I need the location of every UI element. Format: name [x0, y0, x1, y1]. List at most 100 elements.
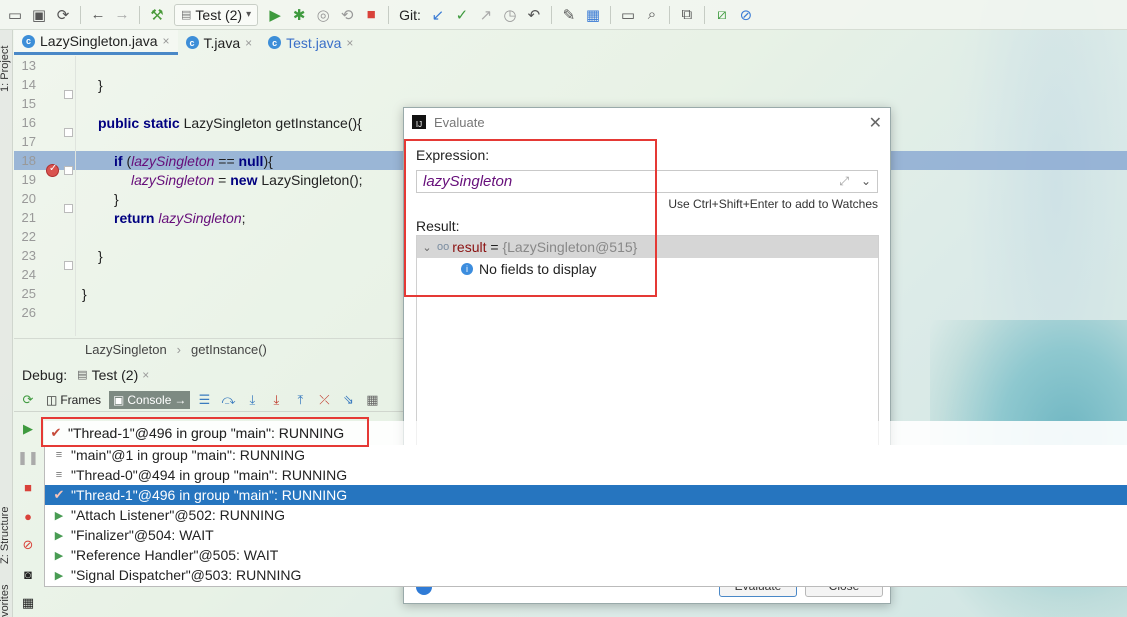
- build-hammer-icon[interactable]: ⚒: [146, 4, 168, 26]
- intellij-logo-icon: IJ: [412, 115, 426, 129]
- line-number: 16: [21, 115, 36, 130]
- breadcrumb-class[interactable]: LazySingleton: [85, 342, 167, 357]
- expand-icon[interactable]: ⤢: [839, 174, 849, 189]
- keyword: public: [98, 114, 140, 131]
- force-step-into-icon[interactable]: ⤓: [266, 392, 286, 408]
- highlight-box-expression: [404, 139, 657, 297]
- tab-label: Test.java: [286, 34, 342, 51]
- evaluate-icon[interactable]: ▦: [362, 392, 382, 408]
- line-number: 21: [21, 210, 36, 225]
- step-into-icon[interactable]: ⤓: [242, 392, 262, 408]
- class-file-icon: c: [268, 36, 282, 49]
- open-folder-icon[interactable]: ▭: [4, 4, 26, 26]
- tab-test[interactable]: c Test.java ×: [260, 30, 361, 55]
- line-number: 20: [21, 191, 36, 206]
- git-push-icon[interactable]: ↗: [475, 4, 497, 26]
- menu-lines-icon[interactable]: ☰: [194, 392, 214, 408]
- git-update-icon[interactable]: ↙: [427, 4, 449, 26]
- debug-bug-icon[interactable]: ✱: [288, 4, 310, 26]
- run-to-cursor-icon[interactable]: ⇘: [338, 392, 358, 408]
- chevron-right-icon: ›: [176, 342, 182, 357]
- sync-icon[interactable]: ⟳: [52, 4, 74, 26]
- thread-item[interactable]: ▶ "Signal Dispatcher"@503: RUNNING: [45, 565, 1127, 585]
- chevron-down-icon[interactable]: ⌄: [861, 174, 871, 188]
- favorites-tool-label[interactable]: 2: Favorites: [0, 585, 11, 617]
- stop-icon[interactable]: ■: [360, 4, 382, 26]
- class-file-icon: c: [22, 34, 35, 48]
- code-text: }: [82, 285, 87, 302]
- line-number: 14: [21, 77, 36, 92]
- git-commit-icon[interactable]: ✓: [451, 4, 473, 26]
- debug-session-tab[interactable]: ▤ Test (2) ×: [77, 367, 149, 383]
- save-icon[interactable]: ▣: [28, 4, 50, 26]
- thread-item[interactable]: ≡ "main"@1 in group "main": RUNNING: [45, 445, 1127, 465]
- rerun-icon[interactable]: ⟳: [18, 392, 38, 408]
- git-history-icon[interactable]: ◷: [499, 4, 521, 26]
- camera-icon[interactable]: ◙: [14, 563, 42, 585]
- debug-side-toolbar: ▶ ❚❚ ■ ● ⊘ ◙ ▦: [14, 418, 44, 617]
- coverage-icon[interactable]: ◎: [312, 4, 334, 26]
- step-over-icon[interactable]: ⤼: [218, 392, 238, 408]
- code-text: (: [122, 152, 132, 169]
- tab-t[interactable]: c T.java ×: [178, 30, 261, 55]
- close-icon[interactable]: ×: [163, 34, 170, 48]
- line-number: 13: [21, 58, 36, 73]
- vcs-operations-icon[interactable]: ⧉: [676, 4, 698, 26]
- code-text: LazySingleton();: [257, 171, 363, 188]
- thread-wait-icon: ≡: [55, 469, 63, 481]
- breadcrumb-method[interactable]: getInstance(): [191, 342, 267, 357]
- keyword: new: [230, 171, 258, 188]
- console-icon: ▣: [113, 392, 125, 407]
- tab-console[interactable]: ▣ Console →: [109, 390, 191, 409]
- line-number: 17: [21, 134, 36, 149]
- layout-icon[interactable]: ▦: [14, 592, 42, 614]
- frames-icon: ◫: [46, 392, 58, 407]
- no-power-save-icon[interactable]: ⊘: [735, 4, 757, 26]
- thread-running-icon: ▶: [54, 509, 64, 522]
- project-structure-icon[interactable]: ▦: [582, 4, 604, 26]
- thread-item[interactable]: ▶ "Reference Handler"@505: WAIT: [45, 545, 1127, 565]
- structure-tool-label[interactable]: Z: Structure: [0, 507, 11, 564]
- activity-monitor-icon[interactable]: ⧄: [711, 4, 733, 26]
- close-icon[interactable]: ×: [346, 36, 353, 50]
- pin-icon: →: [174, 392, 187, 407]
- step-out-icon[interactable]: ⤒: [290, 392, 310, 408]
- code-text: }: [98, 247, 103, 264]
- code-line: 13: [14, 56, 1127, 75]
- git-rollback-icon[interactable]: ↶: [523, 4, 545, 26]
- back-icon[interactable]: ←: [87, 4, 109, 26]
- profile-icon[interactable]: ⟲: [336, 4, 358, 26]
- pause-icon[interactable]: ❚❚: [14, 447, 42, 469]
- toolbar-divider: [609, 5, 611, 24]
- thread-label: "Finalizer"@504: WAIT: [71, 527, 214, 543]
- class-file-icon: c: [185, 36, 199, 49]
- resume-icon[interactable]: ▶: [14, 418, 42, 440]
- tab-frames[interactable]: ◫ Frames: [42, 391, 105, 409]
- close-icon[interactable]: ✕: [869, 113, 882, 133]
- mute-breakpoints-icon[interactable]: ⊘: [14, 534, 42, 556]
- search-icon[interactable]: ⌕: [641, 4, 663, 26]
- thread-item[interactable]: ≡ "Thread-0"@494 in group "main": RUNNING: [45, 465, 1127, 485]
- project-tool-label[interactable]: 1: Project: [0, 46, 11, 92]
- stop-icon[interactable]: ■: [14, 476, 42, 498]
- terminal-icon[interactable]: ▭: [617, 4, 639, 26]
- tab-lazysingleton[interactable]: c LazySingleton.java ×: [14, 30, 178, 55]
- close-icon[interactable]: ×: [142, 368, 149, 382]
- thread-item[interactable]: ▶ "Finalizer"@504: WAIT: [45, 525, 1127, 545]
- breadcrumb: LazySingleton › getInstance(): [14, 338, 404, 360]
- thread-item[interactable]: ✔ "Thread-1"@496 in group "main": RUNNING: [45, 485, 1127, 505]
- settings-wrench-icon[interactable]: ✎: [558, 4, 580, 26]
- code-text: =: [214, 171, 231, 188]
- line-number: 24: [21, 267, 36, 282]
- view-breakpoints-icon[interactable]: ●: [14, 505, 42, 527]
- run-icon[interactable]: ▶: [264, 4, 286, 26]
- toolbar-divider: [388, 5, 390, 24]
- run-config-select[interactable]: ▤ Test (2) ▾: [174, 3, 259, 26]
- current-thread-check-icon: ✔: [53, 487, 65, 502]
- close-icon[interactable]: ×: [245, 36, 252, 50]
- forward-icon[interactable]: →: [111, 4, 133, 26]
- thread-running-icon: ▶: [54, 529, 64, 542]
- thread-item[interactable]: ▶ "Attach Listener"@502: RUNNING: [45, 505, 1127, 525]
- drop-frame-icon[interactable]: ⤫: [314, 392, 334, 408]
- thread-label: "main"@1 in group "main": RUNNING: [71, 447, 306, 463]
